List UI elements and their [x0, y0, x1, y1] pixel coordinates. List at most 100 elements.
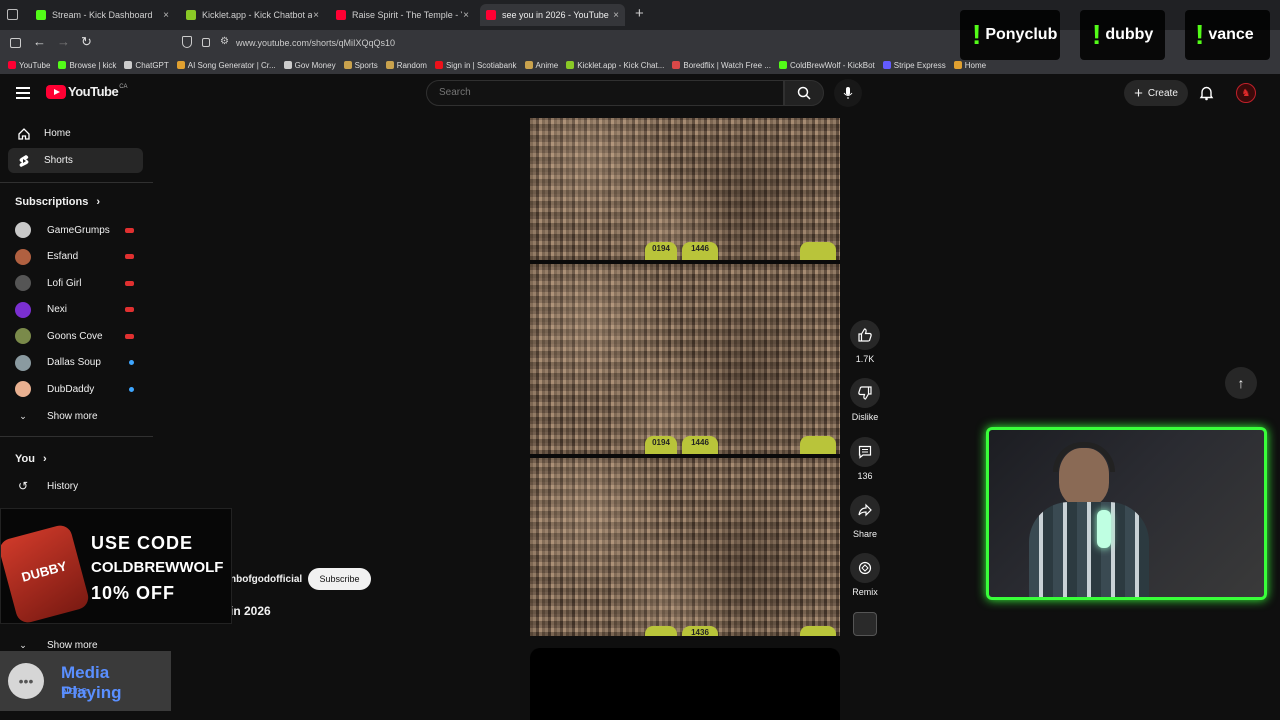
close-tab-icon[interactable]: × — [463, 10, 469, 21]
subscribe-button[interactable]: Subscribe — [308, 568, 371, 590]
bookmark-item[interactable]: ChatGPT — [124, 61, 169, 70]
browser-tab[interactable]: Kicklet.app - Kick Chatbot and C× — [180, 4, 325, 26]
media-title: Media Playing — [61, 663, 122, 702]
site-settings-icon[interactable]: ⚙ — [220, 36, 229, 47]
sound-thumbnail[interactable] — [853, 612, 877, 636]
search-input[interactable] — [439, 87, 739, 98]
bookmark-label: Sports — [354, 60, 378, 70]
streamer-shirt — [1029, 502, 1149, 597]
search-button[interactable] — [784, 80, 824, 106]
dislike-action[interactable]: Dislike — [848, 378, 882, 422]
shield-icon[interactable] — [182, 36, 192, 48]
bookmark-icon — [524, 61, 533, 69]
bookmark-item[interactable]: Sports — [343, 60, 378, 70]
bookmark-label: Boredflix | Watch Free ... — [683, 60, 771, 70]
divider — [0, 182, 153, 183]
share-label: Share — [852, 529, 878, 539]
bookmark-item[interactable]: AI Song Generator | Cr... — [176, 61, 276, 70]
tab-favicon-icon — [486, 10, 496, 20]
bookmark-item[interactable]: Sign in | Scotiabank — [434, 61, 517, 70]
bookmark-item[interactable]: Gov Money — [283, 61, 336, 70]
subscription-item[interactable]: Nexi — [15, 300, 140, 320]
close-tab-icon[interactable]: × — [163, 10, 169, 21]
remix-label: Remix — [852, 587, 878, 597]
new-tab-button[interactable]: + — [635, 5, 644, 22]
bookmark-item[interactable]: Stripe Express — [882, 61, 946, 70]
browser-tab[interactable]: see you in 2026 - YouTube × — [480, 4, 625, 26]
create-button[interactable]: + Create — [1124, 80, 1188, 106]
guard-vest — [800, 436, 836, 454]
subscription-item[interactable]: Goons Cove — [15, 326, 140, 346]
back-icon[interactable]: ← — [33, 34, 46, 49]
comment-icon — [858, 445, 872, 459]
menu-icon[interactable] — [16, 87, 30, 99]
headset — [1053, 442, 1115, 472]
bookmark-icon — [672, 61, 681, 69]
account-avatar[interactable]: ♞ — [1236, 83, 1256, 103]
subscription-name: GameGrumps — [47, 224, 110, 236]
notifications-bell-icon[interactable] — [1199, 85, 1214, 106]
subscription-name: Goons Cove — [47, 330, 103, 342]
voice-search-button[interactable] — [834, 79, 862, 107]
subscriptions-header[interactable]: Subscriptions › — [15, 196, 100, 208]
like-action[interactable]: 1.7K — [848, 320, 882, 364]
video-frame[interactable]: 1436 — [530, 458, 840, 636]
subscription-item[interactable]: Dallas Soup — [15, 353, 140, 373]
subscription-item[interactable]: GameGrumps — [15, 220, 140, 240]
tab-favicon-icon — [36, 10, 46, 20]
browser-tab[interactable]: Stream - Kick Dashboard × — [30, 4, 175, 26]
channel-avatar — [15, 248, 31, 265]
video-frame[interactable]: 0194 1446 — [530, 118, 840, 260]
share-action[interactable]: Share — [848, 495, 882, 539]
show-more-button[interactable]: ⌄ Show more — [15, 406, 140, 426]
channel-avatar — [15, 381, 31, 397]
close-tab-icon[interactable]: × — [613, 10, 619, 21]
guard-vest: 1436 — [682, 626, 718, 636]
channel-avatar — [15, 328, 31, 344]
you-header[interactable]: You › — [15, 453, 47, 465]
channel-name[interactable]: nbofgodofficial — [230, 574, 302, 585]
bookmark-item[interactable]: ColdBrewWolf - KickBot — [778, 61, 875, 70]
microphone — [1097, 510, 1111, 548]
sidebar-toggle-icon[interactable] — [10, 38, 21, 48]
bookmark-item[interactable]: Random — [385, 61, 427, 70]
bookmark-item[interactable]: Browse | kick — [58, 61, 116, 70]
address-bar[interactable]: www.youtube.com/shorts/qMiIXQqQs10 — [236, 38, 395, 48]
previous-short-button[interactable]: ↑ — [1225, 367, 1257, 399]
reload-icon[interactable]: ↻ — [81, 34, 92, 50]
youtube-play-icon — [46, 84, 66, 99]
bookmark-item[interactable]: Boredflix | Watch Free ... — [672, 61, 771, 70]
sidebar-item-home[interactable]: Home — [8, 121, 143, 146]
sidebar-item-shorts[interactable]: Shorts — [8, 148, 143, 173]
bookmark-item[interactable]: Kicklet.app - Kick Chat... — [566, 61, 664, 70]
channel-avatar — [15, 354, 31, 371]
browser-tab[interactable]: Raise Spirit - The Temple - YouT× — [330, 4, 475, 26]
bookmark-icon — [283, 61, 292, 69]
subscriptions-label: Subscriptions — [15, 196, 89, 208]
comment-count: 136 — [857, 471, 873, 481]
bookmark-item[interactable]: Home — [953, 61, 986, 70]
remix-action[interactable]: Remix — [848, 553, 882, 597]
bookmark-icon — [176, 61, 185, 69]
subscription-item[interactable]: Lofi Girl — [15, 273, 140, 293]
dislike-label: Dislike — [851, 412, 879, 422]
comments-action[interactable]: 136 — [848, 437, 882, 481]
forward-icon[interactable]: → — [57, 34, 70, 49]
video-frame[interactable]: 0194 1446 — [530, 264, 840, 454]
bookmark-item[interactable]: YouTube — [8, 61, 50, 70]
subscription-item[interactable]: DubDaddy — [15, 379, 140, 399]
sidebar-item-history[interactable]: ↺ History — [15, 476, 140, 496]
youtube-logo[interactable]: YouTube CA — [46, 84, 128, 99]
subscription-item[interactable]: Esfand — [15, 247, 140, 267]
close-tab-icon[interactable]: × — [313, 10, 319, 21]
channel-avatar — [15, 275, 31, 291]
search-box[interactable] — [426, 80, 784, 106]
tab-overview-icon[interactable] — [7, 9, 18, 20]
chevron-down-icon: ⌄ — [19, 410, 27, 421]
live-indicator-icon — [125, 333, 134, 339]
new-content-dot-icon — [129, 386, 134, 392]
next-short-preview[interactable] — [530, 648, 840, 720]
microphone-icon — [843, 87, 853, 99]
chevron-right-icon: › — [42, 453, 47, 465]
bookmark-item[interactable]: Anime — [524, 61, 558, 70]
